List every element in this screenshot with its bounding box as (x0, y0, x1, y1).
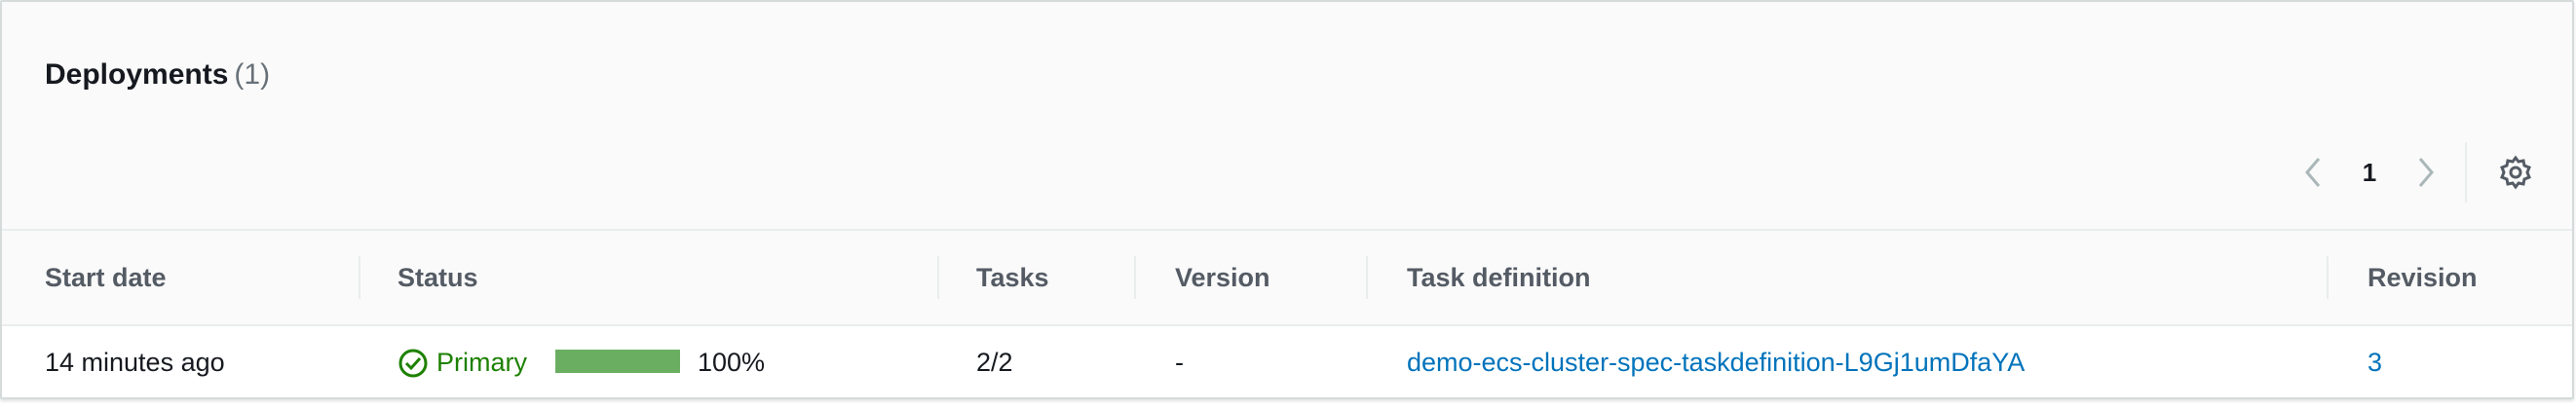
deployment-count: (1) (234, 58, 271, 91)
version-cell: - (1175, 348, 1184, 377)
column-header-status[interactable]: Status (398, 231, 478, 324)
status-cell: Primary 100% (398, 326, 943, 399)
next-page-button[interactable] (2406, 148, 2445, 197)
deployments-panel: Deployments (1) 1 Start date Status Task… (0, 0, 2574, 399)
column-resizer[interactable] (937, 256, 939, 299)
column-header-tasks[interactable]: Tasks (976, 231, 1049, 324)
column-header-task-definition[interactable]: Task definition (1407, 231, 1591, 324)
panel-title: Deployments (1) (45, 58, 270, 92)
column-resizer[interactable] (1134, 256, 1136, 299)
gear-icon (2500, 155, 2531, 190)
panel-header: Deployments (1) 1 (2, 2, 2572, 231)
column-resizer[interactable] (2327, 256, 2329, 299)
tasks-cell: 2/2 (976, 348, 1013, 377)
status-text: Primary (436, 348, 527, 377)
check-circle-icon (398, 349, 428, 377)
chevron-left-icon (2305, 158, 2321, 187)
deployment-progress-bar (555, 350, 680, 373)
task-definition-link[interactable]: demo-ecs-cluster-spec-taskdefinition-L9G… (1407, 326, 2025, 399)
column-header-version[interactable]: Version (1175, 231, 1270, 324)
panel-title-text: Deployments (45, 58, 229, 91)
pagination-divider (2465, 142, 2467, 203)
column-resizer[interactable] (359, 256, 360, 299)
start-date-cell: 14 minutes ago (45, 348, 225, 377)
chevron-right-icon (2418, 158, 2434, 187)
column-header-start-date[interactable]: Start date (45, 231, 167, 324)
table-row: 14 minutes ago Primary 100% 2/2 - demo-e… (2, 326, 2572, 399)
revision-link[interactable]: 3 (2368, 326, 2382, 399)
progress-fill (555, 350, 680, 373)
current-page-number[interactable]: 1 (2350, 148, 2389, 197)
column-resizer[interactable] (1366, 256, 1368, 299)
column-header-revision[interactable]: Revision (2368, 231, 2478, 324)
table-header: Start date Status Tasks Version Task def… (2, 231, 2572, 326)
table-settings-button[interactable] (2494, 148, 2537, 197)
progress-percent: 100% (698, 348, 766, 377)
previous-page-button[interactable] (2293, 148, 2332, 197)
